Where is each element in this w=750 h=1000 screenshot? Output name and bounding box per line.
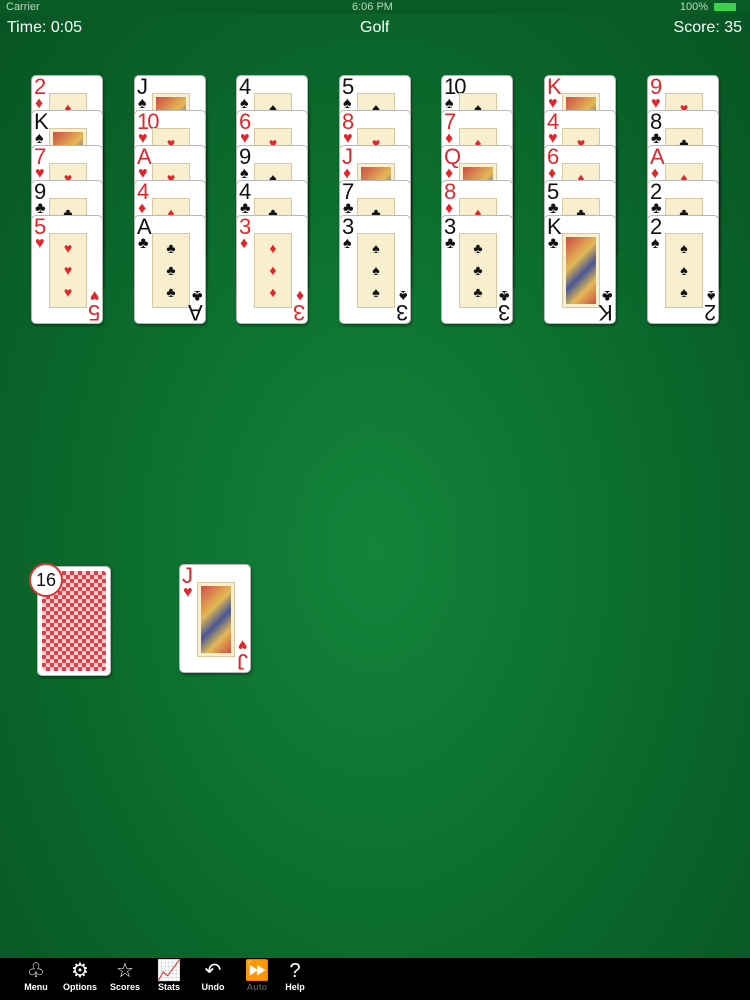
pip: ♠: [680, 262, 688, 278]
pip: ♣: [473, 284, 483, 300]
card-suit: ♥: [35, 235, 45, 252]
card-face: [197, 582, 235, 657]
card-suit-bottom: ♠: [398, 287, 408, 304]
card-face: ♣ ♣ ♣: [152, 233, 190, 308]
pip: ♠: [372, 262, 380, 278]
jack-face-art: [201, 586, 231, 653]
card-suit: ♦: [240, 235, 249, 252]
card-rank-bottom: 3: [294, 300, 305, 324]
carrier-label: Carrier: [6, 1, 40, 13]
pip: ♥: [63, 262, 73, 278]
pip: ♣: [473, 262, 483, 278]
card-face: ♦ ♦ ♦: [254, 233, 292, 308]
battery-percent: 100%: [679, 1, 708, 13]
card-suit-bottom: ♣: [191, 287, 203, 304]
tableau-card[interactable]: 5 ♥ ♥ ♥ ♥ 5 ♥: [31, 215, 103, 324]
tableau-card[interactable]: 3 ♠ ♠ ♠ ♠ 3 ♠: [339, 215, 411, 324]
card-suit-bottom: ♣: [498, 287, 510, 304]
waste-pile-card: J ♥ J ♥: [179, 564, 251, 673]
pip: ♣: [166, 262, 176, 278]
card-suit: ♠: [651, 235, 660, 252]
card-suit-bottom: ♥: [237, 636, 248, 653]
pip: ♥: [63, 284, 73, 300]
help-button[interactable]: ? Help: [273, 958, 317, 1000]
scores-label: Scores: [109, 982, 141, 992]
stats-icon: 📈: [156, 960, 182, 982]
card-face: [562, 233, 600, 308]
card-face: ♠ ♠ ♠: [665, 233, 703, 308]
card-rank-bottom: 2: [705, 300, 716, 324]
options-label: Options: [63, 982, 97, 992]
pip: ♣: [473, 240, 483, 256]
options-button[interactable]: ⚙ Options: [58, 958, 102, 1000]
pip: ♠: [372, 284, 380, 300]
pip: ♦: [269, 262, 277, 278]
card-suit: ♠: [343, 235, 352, 252]
pip: ♦: [269, 240, 277, 256]
clock: 6:06 PM: [352, 1, 393, 13]
tableau-card[interactable]: A ♣ ♣ ♣ ♣ A ♣: [134, 215, 206, 324]
pip: ♣: [166, 284, 176, 300]
card-face: ♥ ♥ ♥: [49, 233, 87, 308]
game-title: Golf: [360, 19, 390, 36]
undo-button[interactable]: ↶ Undo: [191, 958, 235, 1000]
menu-label: Menu: [24, 982, 48, 992]
card-rank-bottom: K: [600, 300, 613, 324]
pip: ♦: [269, 284, 277, 300]
tableau-card[interactable]: 3 ♣ ♣ ♣ ♣ 3 ♣: [441, 215, 513, 324]
help-label: Help: [285, 982, 305, 992]
pip: ♥: [63, 240, 73, 256]
pip: ♣: [166, 240, 176, 256]
menu-button[interactable]: ♧ Menu: [14, 958, 58, 1000]
pip: ♠: [680, 240, 688, 256]
card-face: ♠ ♠ ♠: [357, 233, 395, 308]
card-suit-bottom: ♥: [89, 287, 100, 304]
tableau-card[interactable]: 3 ♦ ♦ ♦ ♦ 3 ♦: [236, 215, 308, 324]
stats-button[interactable]: 📈 Stats: [147, 958, 191, 1000]
card-suit-bottom: ♠: [706, 287, 716, 304]
options-icon: ⚙: [71, 960, 89, 982]
help-icon: ?: [289, 960, 301, 982]
card-rank-bottom: 5: [89, 300, 100, 324]
card-rank-bottom: 3: [397, 300, 408, 324]
card-suit: ♥: [183, 584, 193, 601]
scores-icon: ☆: [116, 960, 134, 982]
card-suit-bottom: ♣: [601, 287, 613, 304]
card-rank-bottom: A: [190, 300, 203, 324]
card-rank-bottom: J: [239, 649, 248, 673]
pip: ♠: [372, 240, 380, 256]
undo-icon: ↶: [204, 960, 222, 982]
status-bar: Carrier 6:06 PM 100%: [0, 0, 750, 14]
card-suit: ♣: [138, 235, 149, 252]
game-timer: Time: 0:05: [7, 19, 82, 36]
battery-icon: [714, 3, 736, 11]
face-card-art: [566, 237, 596, 304]
undo-label: Undo: [201, 982, 225, 992]
stock-count-badge: 16: [29, 563, 63, 597]
pip: ♠: [680, 284, 688, 300]
stats-label: Stats: [157, 982, 180, 992]
tableau-card[interactable]: K ♣ K ♣: [544, 215, 616, 324]
card-rank-bottom: 3: [499, 300, 510, 324]
card-face: ♣ ♣ ♣: [459, 233, 497, 308]
tableau-card[interactable]: 2 ♠ ♠ ♠ ♠ 2 ♠: [647, 215, 719, 324]
toolbar: ♧ Menu ⚙ Options ☆ Scores 📈 Stats ↶ Undo ⏩ Au…: [0, 958, 750, 1000]
menu-icon: ♧: [27, 960, 45, 982]
card-suit: ♣: [445, 235, 456, 252]
game-score: Score: 35: [673, 19, 742, 36]
card-suit-bottom: ♦: [295, 287, 304, 304]
card-suit: ♣: [548, 235, 559, 252]
scores-button[interactable]: ☆ Scores: [103, 958, 147, 1000]
